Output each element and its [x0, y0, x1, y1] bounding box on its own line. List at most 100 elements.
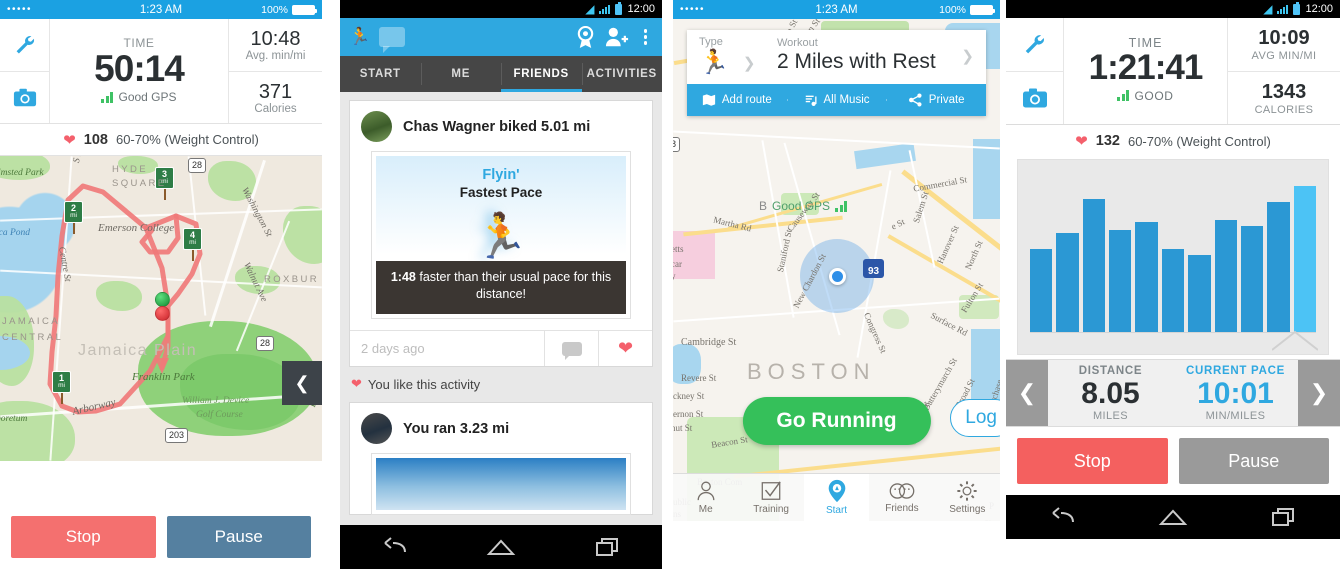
mile-marker: 2 mi: [64, 201, 83, 234]
chevron-right-icon: ❯: [742, 55, 756, 72]
map-label: Emerson College: [98, 222, 175, 234]
activity-type-selector[interactable]: Type 🏃 ❯: [699, 36, 777, 75]
tab-training[interactable]: Training: [738, 474, 803, 521]
go-running-button[interactable]: Go Running: [742, 397, 931, 445]
map-label: ernon St: [673, 409, 704, 419]
calories-cell: 371 Calories: [229, 71, 322, 123]
workout-card[interactable]: Type 🏃 ❯ Workout 2 Miles with Rest ❯ Add…: [687, 30, 986, 116]
feed-card[interactable]: Chas Wagner biked 5.01 mi Flyin' Fastest…: [349, 100, 653, 367]
chart-bar: [1082, 199, 1106, 332]
prev-metric-button[interactable]: ❮: [1006, 360, 1048, 426]
pause-button[interactable]: Pause: [166, 515, 311, 558]
music-button[interactable]: All Music: [786, 93, 887, 107]
mile-marker: 1 mi: [52, 371, 71, 404]
add-person-icon[interactable]: [605, 26, 629, 48]
add-route-button[interactable]: Add route: [687, 93, 787, 107]
recents-icon[interactable]: [1269, 506, 1299, 528]
person-icon: [697, 481, 715, 501]
comment-icon: [561, 341, 582, 360]
route-map[interactable]: 1 mi 2 mi 3 mi 4 mi 28 28 203 lmsted Park HY…: [0, 156, 322, 461]
runner-icon[interactable]: 🏃: [349, 27, 370, 47]
home-icon[interactable]: [486, 537, 516, 557]
runner-icon: 🏃: [473, 212, 529, 261]
activity-photo[interactable]: [372, 454, 630, 514]
wrench-icon: [1025, 35, 1044, 54]
map-label: car: [673, 259, 682, 269]
map-label: ckney St: [673, 391, 705, 401]
calories-unit: Calories: [254, 102, 297, 115]
chat-bubble-icon[interactable]: [379, 27, 406, 53]
heart-rate-zone: 60-70% (Weight Control): [1127, 133, 1271, 149]
gps-status: GOOD: [1117, 89, 1173, 103]
chart-bar: [1188, 255, 1211, 332]
gps-status: Good GPS: [101, 90, 177, 104]
tab-start[interactable]: Start: [803, 474, 870, 521]
pause-button[interactable]: Pause: [1178, 438, 1329, 484]
avatar[interactable]: [361, 413, 392, 444]
avatar[interactable]: [361, 111, 392, 142]
avg-pace-cell: 10:48 Avg. min/mi: [229, 19, 322, 71]
panel-ios-start: ••••• 1:23 AM 100% 8 93 Martha Rd Causew…: [673, 0, 1000, 569]
camera-icon: [1022, 88, 1047, 108]
settings-button[interactable]: [1006, 18, 1063, 71]
map-label: HYDE: [112, 164, 148, 175]
camera-button[interactable]: [0, 71, 49, 123]
map-collapse-button[interactable]: ❮: [282, 361, 322, 405]
overflow-menu-icon[interactable]: [638, 29, 654, 45]
map-label: lmsted Park: [0, 168, 44, 178]
music-note-icon: [805, 95, 817, 106]
android-status-bar: ◢ 12:00: [340, 0, 662, 18]
battery-percent: 100%: [261, 3, 288, 16]
stop-button[interactable]: Stop: [1017, 438, 1168, 484]
feed-card[interactable]: You ran 3.23 mi: [349, 402, 653, 515]
route-shield: 203: [165, 428, 189, 443]
panel-android-feed: ◢ 12:00 🏃 START ME FRIENDS ACTIVITIES Ch…: [340, 0, 662, 569]
comment-button[interactable]: [544, 331, 598, 366]
stop-button[interactable]: Stop: [11, 515, 156, 558]
splits-bar-chart[interactable]: [1017, 159, 1329, 355]
stats-header: TIME 1:21:41 GOOD 10:09 AVG MIN/MI 1343 …: [1006, 18, 1340, 125]
tab-friends[interactable]: Friends: [869, 474, 934, 521]
activity-timestamp: 2 days ago: [361, 341, 425, 356]
tab-settings[interactable]: Settings: [935, 474, 1000, 521]
avg-pace-value: 10:48: [250, 28, 301, 50]
tab-bar: START ME FRIENDS ACTIVITIES: [340, 56, 662, 92]
gps-status: B Good GPS: [759, 199, 848, 213]
chart-bar: [1030, 248, 1053, 332]
activity-feed[interactable]: Chas Wagner biked 5.01 mi Flyin' Fastest…: [340, 92, 662, 525]
map-label: Revere St: [681, 373, 717, 383]
privacy-button[interactable]: Private: [886, 93, 986, 107]
settings-button[interactable]: [0, 19, 49, 71]
back-icon[interactable]: [1047, 506, 1077, 528]
privacy-label: Private: [928, 94, 965, 106]
current-pace-label: CURRENT PACE: [1186, 364, 1285, 377]
calories-value: 1343: [1261, 80, 1307, 103]
tab-me[interactable]: Me: [673, 474, 738, 521]
like-button[interactable]: ❤: [598, 331, 652, 366]
add-route-label: Add route: [721, 94, 772, 106]
camera-button[interactable]: [1006, 71, 1063, 124]
smiley-faces-icon: [889, 483, 915, 499]
park-area: [883, 309, 909, 329]
chevron-right-icon[interactable]: ❯: [961, 47, 974, 65]
wifi-icon: ◢: [585, 2, 595, 16]
log-button[interactable]: Log: [950, 399, 1000, 437]
map-label: William J. Device: [182, 396, 250, 406]
tab-start[interactable]: START: [340, 56, 421, 92]
workout-selector[interactable]: Workout 2 Miles with Rest: [777, 37, 961, 74]
tab-me[interactable]: ME: [420, 56, 502, 92]
badge-detail: faster than their usual pace for this di…: [415, 270, 612, 302]
start-map[interactable]: 8 93 Boston National Historical Park Mai…: [673, 19, 1000, 521]
home-icon[interactable]: [1158, 507, 1188, 527]
tab-friends[interactable]: FRIENDS: [501, 56, 582, 92]
heart-rate-row: ❤ 132 60-70% (Weight Control): [1006, 125, 1340, 157]
battery-icon: [292, 4, 317, 15]
recents-icon[interactable]: [593, 536, 623, 558]
back-icon[interactable]: [379, 536, 409, 558]
map-label: nut St: [673, 423, 693, 433]
award-ribbon-icon[interactable]: [575, 25, 596, 49]
tab-activities[interactable]: ACTIVITIES: [581, 56, 663, 92]
next-metric-button[interactable]: ❯: [1298, 360, 1340, 426]
time-block: TIME 50:14 Good GPS: [50, 19, 229, 123]
battery-icon: [1293, 1, 1301, 15]
